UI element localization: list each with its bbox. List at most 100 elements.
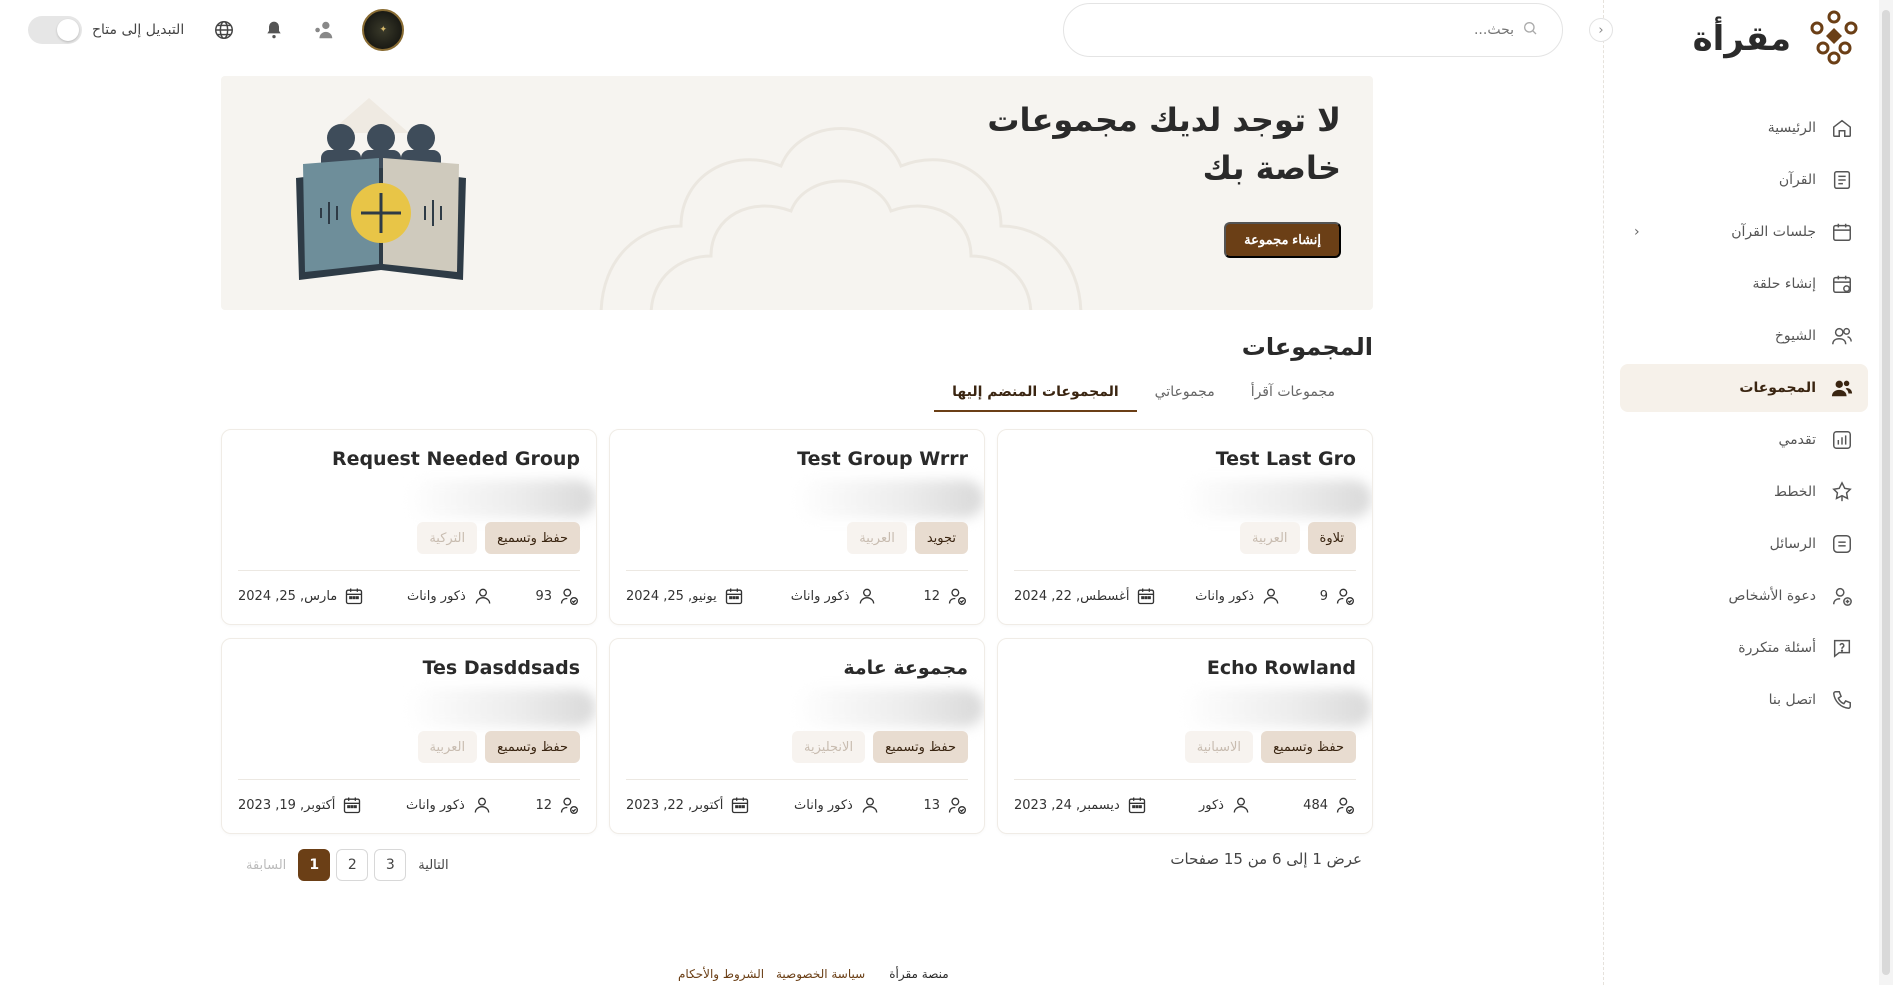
sidebar-item-contact[interactable]: اتصل بنا xyxy=(1620,676,1868,724)
collapse-sidebar-button[interactable]: ‹ xyxy=(1589,18,1613,42)
group-card[interactable]: مجموعة عامة حفظ وتسميع الانجليزية 13 ذكور وا… xyxy=(609,638,985,834)
book-icon xyxy=(1830,168,1854,192)
banner-title: لا توجد لديك مجموعات خاصة بك xyxy=(987,101,1341,187)
topbar-actions: التبديل إلى متاح ✦ xyxy=(28,9,405,51)
sidebar-item-label: دعوة الأشخاص xyxy=(1728,588,1816,604)
sidebar-item-label: المجموعات xyxy=(1739,380,1816,396)
sidebar-item-invite[interactable]: دعوة الأشخاص xyxy=(1620,572,1868,620)
card-divider xyxy=(626,779,968,780)
sidebar-item-home[interactable]: الرئيسية xyxy=(1620,104,1868,152)
group-card-title[interactable]: Test Group Wrrr xyxy=(797,448,968,470)
bell-icon[interactable] xyxy=(262,18,286,42)
search-bar[interactable] xyxy=(1063,3,1563,57)
availability-switch[interactable] xyxy=(28,16,82,44)
help-icon xyxy=(1830,636,1854,660)
group-book-illustration-icon xyxy=(296,98,466,280)
sidebar-item-plans[interactable]: الخطط xyxy=(1620,468,1868,516)
group-date: أغسطس, 22, 2024 xyxy=(1014,585,1157,607)
sidebar-item-groups[interactable]: المجموعات xyxy=(1620,364,1868,412)
calendar-icon xyxy=(343,585,365,607)
group-card[interactable]: Echo Rowland حفظ وتسميع الاسبانية 484 ذكور دي… xyxy=(997,638,1373,834)
group-date-value: ديسمبر, 24, 2023 xyxy=(1014,797,1120,813)
globe-icon[interactable] xyxy=(212,18,236,42)
members-count-value: 12 xyxy=(923,588,940,604)
logo-mark-icon xyxy=(1805,8,1863,70)
group-card-title[interactable]: مجموعة عامة xyxy=(843,657,968,679)
group-tags: حفظ وتسميع الانجليزية xyxy=(792,731,968,763)
sidebar-item-quran-sessions[interactable]: جلسات القرآن ‹ xyxy=(1620,208,1868,256)
sidebar-item-label: جلسات القرآن xyxy=(1731,224,1816,240)
sidebar-item-faq[interactable]: أسئلة متكررة xyxy=(1620,624,1868,672)
sidebar-item-sheikhs[interactable]: الشيوخ xyxy=(1620,312,1868,360)
group-card[interactable]: Test Group Wrrr تجويد العربية 12 ذكور واناث ي… xyxy=(609,429,985,625)
members-count: 484 xyxy=(1303,794,1356,816)
brand-name: مقرأة xyxy=(1692,19,1791,59)
tab-my-groups[interactable]: مجموعاتي xyxy=(1137,384,1233,412)
chevron-left-icon: ‹ xyxy=(1598,22,1604,38)
group-gender-value: ذكور واناث xyxy=(406,588,466,604)
group-type-tag: حفظ وتسميع xyxy=(485,731,580,763)
sidebar-nav: الرئيسية القرآن جلسات القرآن ‹ إنشاء حلق… xyxy=(1620,104,1868,728)
page-button-1[interactable]: 1 xyxy=(298,849,331,881)
person-icon xyxy=(1230,794,1252,816)
sidebar-item-quran[interactable]: القرآن xyxy=(1620,156,1868,204)
sidebar: مقرأة الرئيسية القرآن جلسات القرآن ‹ إنش… xyxy=(1589,0,1893,985)
members-count: 12 xyxy=(535,794,580,816)
message-icon xyxy=(1830,532,1854,556)
group-card[interactable]: Request Needed Group حفظ وتسميع التركية 93 ذ… xyxy=(221,429,597,625)
card-divider xyxy=(238,779,580,780)
privacy-link[interactable]: سياسة الخصوصية xyxy=(776,967,865,981)
tab-iqra-groups[interactable]: مجموعات آقرأ xyxy=(1233,384,1353,412)
group-date: مارس, 25, 2024 xyxy=(238,585,365,607)
terms-link[interactable]: الشروط والأحكام xyxy=(678,967,764,981)
sidebar-item-label: إنشاء حلقة xyxy=(1752,276,1816,292)
group-card-title[interactable]: Test Last Gro xyxy=(1216,448,1356,470)
scrollbar-thumb[interactable] xyxy=(1882,10,1890,975)
availability-toggle[interactable]: التبديل إلى متاح xyxy=(28,16,184,44)
person-icon xyxy=(859,794,881,816)
group-date-value: أغسطس, 22, 2024 xyxy=(1014,588,1130,604)
sidebar-item-label: الشيوخ xyxy=(1774,328,1816,344)
group-language-tag: التركية xyxy=(417,522,478,554)
user-switch-icon[interactable] xyxy=(312,18,336,42)
group-card[interactable]: Test Last Gro تلاوة العربية 9 ذكور واناث أغسط… xyxy=(997,429,1373,625)
sidebar-item-label: الرئيسية xyxy=(1767,120,1816,136)
group-meta: 93 ذكور واناث مارس, 25, 2024 xyxy=(238,582,580,610)
group-date-value: أكتوبر, 19, 2023 xyxy=(238,797,336,813)
calendar-icon xyxy=(1126,794,1148,816)
group-card[interactable]: Tes Dasddsads حفظ وتسميع العربية 12 ذكور وان… xyxy=(221,638,597,834)
card-divider xyxy=(1014,779,1356,780)
chart-icon xyxy=(1830,428,1854,452)
avatar[interactable]: ✦ xyxy=(362,9,405,51)
group-card-title[interactable]: Echo Rowland xyxy=(1207,657,1356,679)
group-gender-value: ذكور واناث xyxy=(1195,588,1254,604)
group-tags: حفظ وتسميع العربية xyxy=(417,731,580,763)
no-groups-banner: لا توجد لديك مجموعات خاصة بك إنشاء مجموع… xyxy=(221,76,1373,310)
logo[interactable]: مقرأة xyxy=(1693,8,1863,70)
scrollbar[interactable] xyxy=(1879,0,1893,985)
group-card-title[interactable]: Tes Dasddsads xyxy=(423,657,580,679)
blurred-description xyxy=(794,689,984,727)
members-count: 9 xyxy=(1320,585,1356,607)
tab-joined-groups[interactable]: المجموعات المنضم إليها xyxy=(934,384,1137,412)
group-gender: ذكور واناث xyxy=(791,585,878,607)
next-page-button[interactable]: التالية xyxy=(412,858,454,873)
page-button-3[interactable]: 3 xyxy=(374,849,407,881)
award-icon xyxy=(1830,480,1854,504)
group-type-tag: حفظ وتسميع xyxy=(1261,731,1356,763)
group-card-title[interactable]: Request Needed Group xyxy=(332,448,580,470)
sidebar-item-progress[interactable]: تقدمي xyxy=(1620,416,1868,464)
sidebar-item-messages[interactable]: الرسائل xyxy=(1620,520,1868,568)
members-count-value: 93 xyxy=(535,588,552,604)
search-input[interactable] xyxy=(1088,22,1514,38)
group-language-tag: الاسبانية xyxy=(1184,731,1254,763)
page-button-2[interactable]: 2 xyxy=(336,849,369,881)
calendar-icon xyxy=(723,585,745,607)
group-gender-value: ذكور واناث xyxy=(406,797,465,813)
create-group-button[interactable]: إنشاء مجموعة xyxy=(1224,222,1341,258)
members-count: 13 xyxy=(923,794,968,816)
chevron-left-icon[interactable]: ‹ xyxy=(1634,224,1640,240)
sidebar-item-create-circle[interactable]: إنشاء حلقة xyxy=(1620,260,1868,308)
prev-page-button[interactable]: السابقة xyxy=(240,858,292,873)
groups-section-title: المجموعات xyxy=(1241,333,1373,361)
